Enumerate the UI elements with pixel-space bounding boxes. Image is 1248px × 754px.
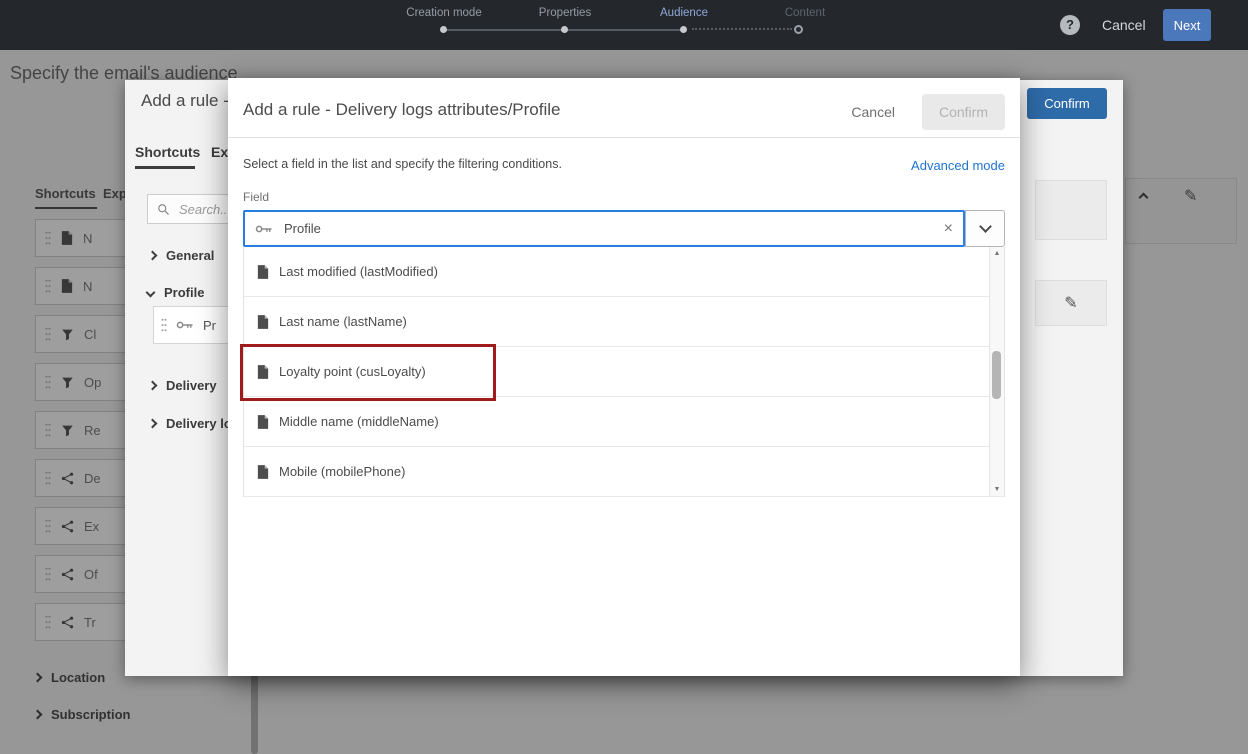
dropdown-item-label: Last name (lastName) — [279, 314, 407, 329]
cancel-button[interactable]: Cancel — [851, 104, 895, 120]
step-audience[interactable]: Audience — [660, 7, 708, 19]
advanced-mode-link[interactable]: Advanced mode — [911, 158, 1005, 173]
drag-handle-icon[interactable] — [161, 318, 167, 332]
add-rule-dialog: Add a rule - Delivery logs attributes/Pr… — [228, 78, 1020, 676]
dropdown-item[interactable]: Last modified (lastModified) — [244, 247, 1004, 297]
field-dropdown-list: Last modified (lastModified) Last name (… — [243, 247, 1005, 497]
wizard-topbar: Creation mode Properties Audience Conten… — [0, 0, 1248, 50]
step-content[interactable]: Content — [785, 7, 825, 19]
dropdown-scrollbar[interactable]: ▲ ▼ — [989, 247, 1004, 496]
tree-item-label: Delivery — [166, 378, 217, 393]
scroll-down-icon[interactable]: ▼ — [990, 486, 1004, 493]
tree-item-label: Profile — [164, 285, 204, 300]
step-dot-upcoming — [794, 25, 803, 34]
document-icon — [257, 315, 269, 329]
tree-item-profile[interactable]: Profile — [147, 285, 204, 300]
wizard-cancel-button[interactable]: Cancel — [1102, 17, 1146, 33]
help-icon[interactable]: ? — [1060, 15, 1080, 35]
document-icon — [257, 415, 269, 429]
attribute-key-icon — [255, 224, 273, 234]
dropdown-item-label: Loyalty point (cusLoyalty) — [279, 364, 426, 379]
side-edit-box: ✎ — [1035, 280, 1107, 326]
search-icon — [157, 203, 170, 216]
tree-item-delivery[interactable]: Delivery — [149, 378, 217, 393]
tab-active-indicator — [135, 166, 195, 169]
chevron-right-icon — [148, 251, 158, 261]
tab-shortcuts[interactable]: Shortcuts — [135, 144, 200, 160]
header-divider — [228, 137, 1020, 138]
dropdown-item-label: Mobile (mobilePhone) — [279, 464, 405, 479]
dropdown-item-label: Middle name (middleName) — [279, 414, 439, 429]
scrollbar-thumb[interactable] — [992, 351, 1001, 399]
document-icon — [257, 465, 269, 479]
chevron-down-icon — [146, 288, 156, 298]
field-combobox-input[interactable] — [282, 220, 935, 237]
confirm-button-disabled[interactable]: Confirm — [922, 94, 1005, 130]
step-dot-completed — [440, 26, 447, 33]
chevron-right-icon — [148, 419, 158, 429]
rule-item-label: Pr — [203, 318, 216, 333]
field-combobox[interactable]: × — [243, 210, 965, 247]
confirm-button[interactable]: Confirm — [1027, 88, 1107, 119]
tree-item-delivery-logs[interactable]: Delivery log — [149, 416, 240, 431]
clear-icon[interactable]: × — [944, 221, 953, 237]
tree-item-label: General — [166, 248, 214, 263]
dropdown-item[interactable]: Last name (lastName) — [244, 297, 1004, 347]
dropdown-item-loyalty-point[interactable]: Loyalty point (cusLoyalty) — [244, 347, 1004, 397]
scroll-up-icon[interactable]: ▲ — [990, 250, 1004, 257]
dropdown-toggle-button[interactable] — [965, 210, 1005, 247]
edit-pencil-icon[interactable]: ✎ — [1064, 293, 1077, 313]
wizard-next-button[interactable]: Next — [1163, 9, 1211, 41]
attribute-key-icon — [176, 320, 194, 330]
dropdown-item-label: Last modified (lastModified) — [279, 264, 438, 279]
step-dot-active — [680, 26, 687, 33]
dropdown-item[interactable]: Middle name (middleName) — [244, 397, 1004, 447]
stepper-line-dotted — [692, 28, 792, 30]
side-field-box — [1035, 180, 1107, 240]
instruction-text: Select a field in the list and specify t… — [243, 157, 562, 171]
step-dot-completed — [561, 26, 568, 33]
chevron-down-icon — [979, 220, 992, 233]
document-icon — [257, 365, 269, 379]
step-creation-mode[interactable]: Creation mode — [406, 7, 481, 19]
tree-item-general[interactable]: General — [149, 248, 214, 263]
document-icon — [257, 265, 269, 279]
chevron-right-icon — [148, 381, 158, 391]
modal-title: Add a rule - — [141, 91, 229, 111]
dropdown-item[interactable]: Mobile (mobilePhone) — [244, 447, 1004, 497]
field-label: Field — [243, 190, 269, 204]
step-properties[interactable]: Properties — [539, 7, 591, 19]
dialog-title: Add a rule - Delivery logs attributes/Pr… — [243, 100, 560, 120]
